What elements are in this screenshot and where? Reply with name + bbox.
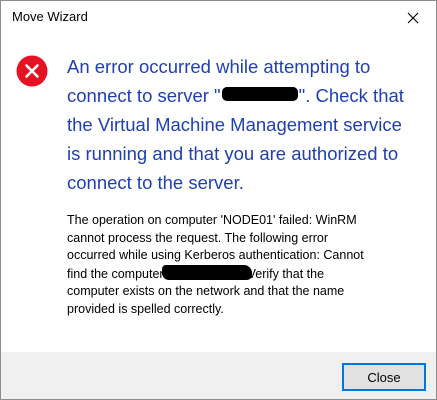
error-details-line: occurred while using Kerberos authentica… <box>67 248 364 262</box>
main-instruction-line: An error occurred while attempting to <box>67 56 371 77</box>
main-instruction-line: the Virtual Machine Management service <box>67 114 402 135</box>
error-details: The operation on computer 'NODE01' faile… <box>67 212 427 318</box>
close-icon <box>407 12 419 23</box>
redacted-server-name <box>221 87 298 101</box>
main-instruction-line: connect to the server. <box>67 172 244 193</box>
main-instruction-fragment: connect to server " <box>67 85 221 106</box>
error-details-line: provided is spelled correctly. <box>67 301 224 316</box>
titlebar-close-button[interactable] <box>390 1 436 34</box>
main-instruction-fragment: ". Check that <box>298 85 404 106</box>
main-instruction: An error occurred while attempting to co… <box>67 52 425 197</box>
move-wizard-dialog: Move Wizard An error occurred while atte… <box>0 0 437 400</box>
error-icon <box>16 55 48 87</box>
error-details-line: The operation on computer 'NODE01' faile… <box>67 213 357 227</box>
button-footer: Close <box>1 352 436 399</box>
error-details-line: cannot process the request. The followin… <box>67 230 329 245</box>
main-instruction-line: is running and that you are authorized t… <box>67 143 399 164</box>
error-details-fragment: find the computer <box>67 266 164 281</box>
main-instruction-line: connect to server " ". Check that <box>67 81 425 110</box>
error-details-line: computer exists on the network and that … <box>67 284 345 298</box>
error-details-line: find the computer Verify that the <box>67 264 427 284</box>
close-button[interactable]: Close <box>342 363 426 391</box>
window-title: Move Wizard <box>12 9 88 24</box>
error-details-fragment: Verify that the <box>247 266 325 281</box>
title-bar: Move Wizard <box>1 1 436 34</box>
redacted-computer-name <box>161 264 252 280</box>
